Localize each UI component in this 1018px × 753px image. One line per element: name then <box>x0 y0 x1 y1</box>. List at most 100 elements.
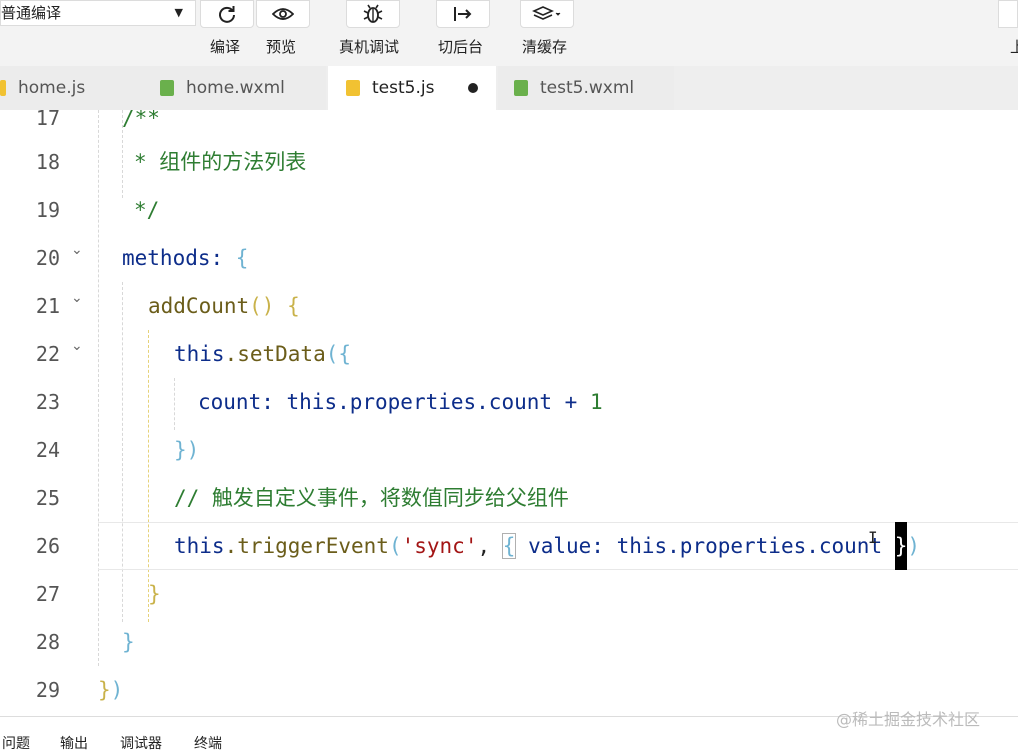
line-number: 19 <box>35 198 60 222</box>
code-token: { <box>287 294 300 318</box>
fold-chevron-icon[interactable]: ⌄ <box>71 290 83 306</box>
compile-mode-select[interactable]: 普通编译 ▼ <box>0 0 196 26</box>
code-token: } <box>174 438 187 462</box>
code-text: // 触发自定义事件，将数值同步给父组件 <box>174 486 569 510</box>
tab-terminal[interactable]: 终端 <box>194 733 222 753</box>
tab-test5-js[interactable]: test5.js <box>328 66 496 110</box>
tab-output[interactable]: 输出 <box>60 733 88 753</box>
code-line: 23 count: this.properties.count + 1 <box>0 378 1018 426</box>
upload-button[interactable] <box>998 0 1018 28</box>
code-token: , <box>477 534 503 558</box>
code-token: this <box>286 390 338 414</box>
mouse-ibeam-icon: I <box>868 528 878 547</box>
code-token: this <box>174 534 225 558</box>
tab-label: test5.wxml <box>540 78 635 98</box>
bug-icon <box>363 4 383 23</box>
line-number: 20 <box>35 246 60 270</box>
tab-home-js[interactable]: home.js <box>0 66 146 110</box>
watermark: @稀土掘金技术社区 <box>836 710 981 729</box>
tab-problems[interactable]: 问题 <box>2 733 30 753</box>
tab-debugger[interactable]: 调试器 <box>120 733 162 753</box>
clear-cache-label: 清缓存 <box>522 38 568 56</box>
text-cursor: } <box>894 522 908 570</box>
code-token: ) <box>907 534 921 558</box>
preview-button[interactable] <box>256 0 310 28</box>
code-line: 28 } <box>0 618 1018 666</box>
code-token: ( <box>388 534 402 558</box>
code-line: 26 this.triggerEvent('sync', { value: th… <box>0 522 1018 570</box>
code-line: 20 ⌄ methods: { <box>0 234 1018 282</box>
compile-label: 编译 <box>210 38 241 56</box>
tab-test5-wxml[interactable]: test5.wxml <box>498 66 674 110</box>
refresh-icon <box>219 6 235 23</box>
code-text: * 组件的方法列表 <box>134 150 307 174</box>
switch-backend-label: 切后台 <box>438 38 484 56</box>
code-text: addCount() { <box>148 282 300 330</box>
code-line: 24 }) <box>0 426 1018 474</box>
tab-home-wxml[interactable]: home.wxml <box>146 66 326 110</box>
code-token: .triggerEvent <box>224 534 389 558</box>
code-token: methods: <box>122 246 236 270</box>
layers-icon <box>532 6 561 20</box>
code-line: 18 * 组件的方法列表 <box>0 138 1018 186</box>
line-number: 25 <box>35 486 60 510</box>
line-number: 29 <box>35 678 60 702</box>
code-text: } <box>148 582 161 606</box>
code-line: 22 ⌄ this.setData({ <box>0 330 1018 378</box>
code-line: 19 */ <box>0 186 1018 234</box>
code-line: 21 ⌄ addCount() { <box>0 282 1018 330</box>
js-file-icon <box>0 80 6 96</box>
code-token: () <box>249 294 275 318</box>
code-token: .properties.count <box>667 534 895 558</box>
code-token: { <box>338 342 352 366</box>
tab-label: home.js <box>18 78 86 98</box>
wxml-file-icon <box>160 80 174 96</box>
code-token: ) <box>110 678 124 702</box>
code-token: ) <box>186 438 200 462</box>
code-token: 1 <box>589 390 603 414</box>
clear-cache-button[interactable] <box>520 0 574 28</box>
code-token: value: <box>515 534 617 558</box>
code-text: this.triggerEvent('sync', { value: this.… <box>174 522 920 570</box>
caret-down-icon: ▼ <box>174 6 183 19</box>
line-number: 28 <box>35 630 60 654</box>
line-number: 23 <box>35 390 60 414</box>
tab-label: test5.js <box>372 78 435 98</box>
fold-chevron-icon[interactable]: ⌄ <box>71 338 83 354</box>
compile-button[interactable] <box>200 0 254 28</box>
line-number: 27 <box>35 582 60 606</box>
wxml-file-icon <box>514 80 528 96</box>
code-token: ( <box>325 342 339 366</box>
line-number: 24 <box>35 438 60 462</box>
line-number: 18 <box>35 150 60 174</box>
unsaved-dot-icon <box>468 83 478 93</box>
tab-label: home.wxml <box>186 78 285 98</box>
upload-label: 上 <box>1010 38 1018 56</box>
toolbar: 普通编译 ▼ 编译 预览 真机调试 切后台 清缓存 上 <box>0 0 1018 66</box>
fold-chevron-icon[interactable]: ⌄ <box>71 242 83 258</box>
remote-debug-button[interactable] <box>346 0 400 28</box>
remote-debug-label: 真机调试 <box>339 38 400 56</box>
line-number: 26 <box>35 534 60 558</box>
preview-label: 预览 <box>266 38 297 56</box>
compile-mode-value: 普通编译 <box>1 4 62 22</box>
line-number: 22 <box>35 342 60 366</box>
code-editor[interactable]: 17 /** 18 * 组件的方法列表 19 */ 20 ⌄ methods: … <box>0 110 1018 716</box>
code-text: } <box>122 630 135 654</box>
code-text: }) <box>174 426 199 474</box>
code-token: .setData <box>224 342 326 366</box>
code-line: 25 // 触发自定义事件，将数值同步给父组件 <box>0 474 1018 522</box>
code-token: this <box>174 342 225 366</box>
code-token: .properties.count + <box>337 390 590 414</box>
code-token: { <box>235 246 249 270</box>
editor-tabbar: home.js home.wxml test5.js test5.wxml <box>0 66 1018 110</box>
code-token: this <box>616 534 668 558</box>
code-token: 'sync' <box>401 534 478 558</box>
switch-backend-button[interactable] <box>436 0 490 28</box>
code-text: }) <box>98 666 123 714</box>
code-text: this.setData({ <box>174 330 351 378</box>
line-number: 21 <box>35 294 60 318</box>
code-token: } <box>98 678 111 702</box>
code-line: 27 } <box>0 570 1018 618</box>
code-text: count: this.properties.count + 1 <box>198 378 603 426</box>
